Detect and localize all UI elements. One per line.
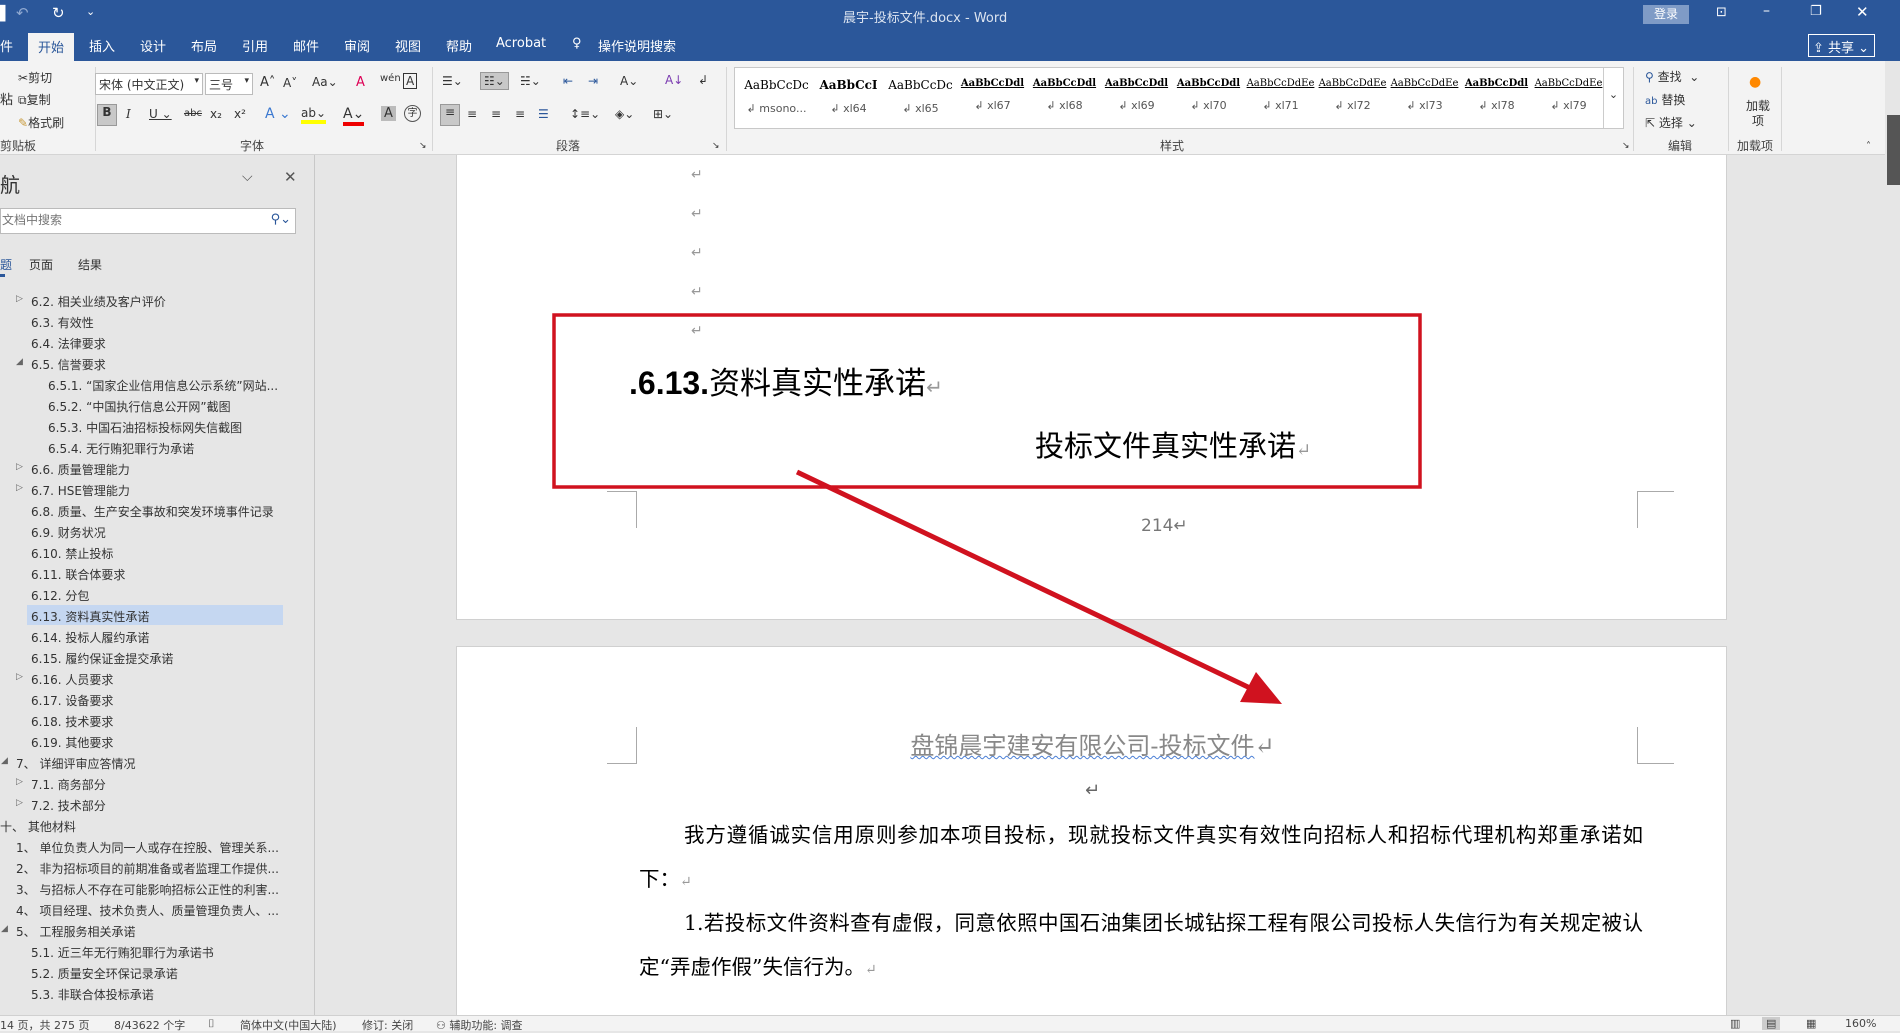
scrollbar-thumb[interactable]: [1887, 115, 1900, 185]
read-mode-icon[interactable]: ▥: [1730, 1017, 1740, 1030]
annotation-overlay: [552, 313, 1422, 704]
zoom-level[interactable]: 160%: [1845, 1017, 1876, 1030]
vertical-scrollbar[interactable]: [1885, 61, 1900, 1015]
accessibility-label: 辅助功能: 调查: [449, 1019, 523, 1032]
highlight-box: [552, 313, 1422, 489]
web-layout-icon[interactable]: ▦: [1806, 1017, 1816, 1030]
print-layout-icon[interactable]: ▤: [1762, 1017, 1781, 1030]
annotation-arrow-shaft: [795, 469, 1252, 691]
status-bar: 14 页，共 275 页 8/43622 个字 ⌷ 简体中文(中国大陆) 修订:…: [0, 1015, 1900, 1032]
proofing-icon[interactable]: ⌷: [208, 1017, 215, 1031]
